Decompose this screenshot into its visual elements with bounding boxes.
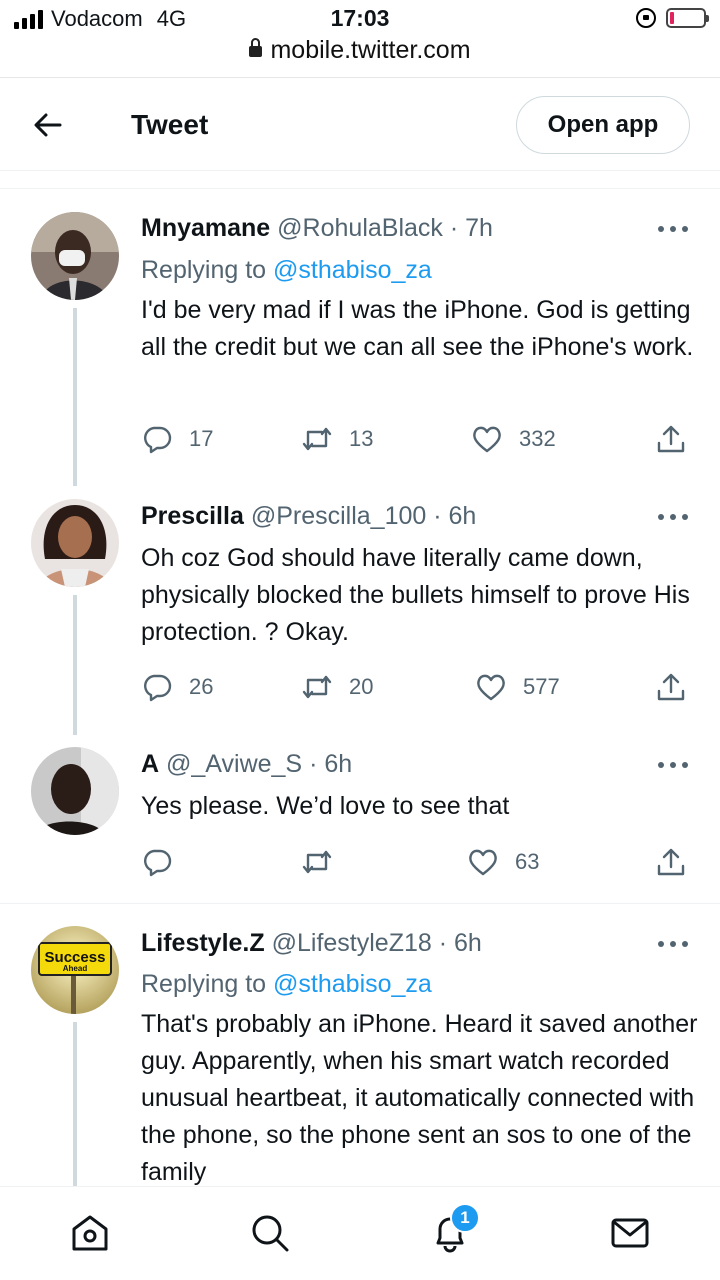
reply-icon [144, 426, 172, 454]
avatar[interactable] [31, 212, 119, 300]
home-icon [72, 1215, 108, 1251]
author-handle[interactable]: @Prescilla_100 [251, 502, 426, 530]
tweet-header: A @_Aviwe_S · 6h [141, 750, 352, 779]
more-icon[interactable] [658, 514, 688, 522]
retweet-button[interactable]: 13 [301, 423, 373, 455]
avatar-sign-sub: Ahead [63, 964, 88, 973]
share-button[interactable] [655, 423, 687, 455]
heart-icon [473, 426, 501, 453]
retweet-button[interactable]: 20 [301, 671, 373, 703]
share-icon [657, 848, 685, 876]
tweet-header: Lifestyle.Z @LifestyleZ18 · 6h [141, 929, 482, 958]
tweet-text: That's probably an iPhone. Heard it save… [141, 1010, 698, 1186]
divider [0, 188, 720, 189]
page-title: Tweet [131, 109, 209, 140]
mention-link[interactable]: @sthabiso_za [273, 256, 432, 284]
retweet-button[interactable] [301, 846, 349, 878]
tweet-actions: 17 13 332 [141, 423, 689, 459]
share-button[interactable] [655, 671, 687, 703]
retweet-icon [302, 850, 332, 874]
url-text: mobile.twitter.com [270, 36, 471, 64]
tweet-text: Yes please. We’d love to see that [141, 792, 510, 820]
rotation-lock-icon [636, 8, 656, 28]
tweet-text: I'd be very mad if I was the iPhone. God… [141, 296, 694, 361]
mention-link[interactable]: @sthabiso_za [273, 970, 432, 998]
notification-badge: 1 [450, 1203, 480, 1233]
reply-button[interactable]: 26 [141, 671, 213, 703]
tweet-time[interactable]: 6h [324, 750, 352, 778]
share-icon [657, 425, 685, 453]
battery-icon [666, 8, 709, 28]
bottom-navigation: 1 [0, 1186, 720, 1280]
nav-home-button[interactable] [68, 1211, 112, 1255]
more-icon[interactable] [658, 762, 688, 770]
replying-to: Replying to @sthabiso_za [141, 970, 432, 999]
more-icon[interactable] [658, 226, 688, 234]
avatar[interactable]: Success Ahead [31, 926, 119, 1014]
author-name[interactable]: Prescilla [141, 502, 244, 530]
divider [0, 903, 720, 904]
author-name[interactable]: Mnyamane [141, 214, 270, 242]
thread-line [73, 308, 77, 486]
url-bar[interactable]: mobile.twitter.com [0, 36, 720, 65]
separator-dot: · [309, 750, 318, 778]
retweet-icon [302, 675, 332, 699]
tweet-actions: 26 20 577 [141, 671, 689, 707]
like-button[interactable]: 577 [475, 671, 560, 703]
like-button[interactable]: 63 [467, 846, 539, 878]
author-name[interactable]: Lifestyle.Z [141, 929, 265, 957]
avatar[interactable] [31, 747, 119, 835]
messages-icon [611, 1218, 649, 1248]
reply-icon [144, 849, 172, 877]
author-name[interactable]: A [141, 750, 159, 778]
thread-line [73, 595, 77, 735]
reply-count: 17 [189, 426, 214, 451]
separator-dot: · [438, 929, 448, 957]
replying-to: Replying to @sthabiso_za [141, 256, 432, 285]
retweet-count: 13 [349, 426, 374, 451]
search-icon [252, 1215, 289, 1252]
retweet-count: 20 [349, 674, 374, 699]
open-app-button[interactable]: Open app [516, 96, 690, 154]
replying-label: Replying to [141, 970, 267, 998]
arrow-left-icon [34, 113, 62, 137]
status-icons [636, 8, 709, 28]
tweet-header: Prescilla @Prescilla_100 · 6h [141, 502, 476, 531]
tweet-time[interactable]: 7h [465, 214, 493, 242]
heart-icon [477, 674, 505, 701]
tweet-text: Oh coz God should have literally came do… [141, 544, 690, 646]
reply-count: 26 [189, 674, 214, 699]
retweet-icon [302, 427, 332, 451]
like-count: 63 [515, 849, 540, 874]
nav-search-button[interactable] [248, 1211, 292, 1255]
like-count: 332 [519, 426, 556, 451]
share-icon [657, 673, 685, 701]
tweet-actions: 63 [141, 846, 689, 882]
lock-icon [249, 38, 263, 57]
back-button[interactable] [28, 105, 68, 145]
tweet-header: Mnyamane @RohulaBlack · 7h [141, 214, 493, 243]
clock: 17:03 [330, 5, 390, 31]
tweet-time[interactable]: 6h [449, 502, 477, 530]
page-header: Tweet Open app [0, 79, 720, 171]
separator-dot: · [449, 214, 459, 242]
like-button[interactable]: 332 [471, 423, 556, 455]
status-bar: Vodacom 4G 17:03 mobile.twitter.com [0, 0, 720, 78]
reply-button[interactable]: 17 [141, 423, 213, 455]
tweet-time[interactable]: 6h [454, 929, 482, 957]
thread-line [73, 1022, 77, 1186]
author-handle[interactable]: @_Aviwe_S [166, 750, 302, 778]
nav-messages-button[interactable] [608, 1211, 652, 1255]
reply-button[interactable] [141, 846, 189, 878]
avatar[interactable] [31, 499, 119, 587]
reply-icon [144, 674, 172, 702]
author-handle[interactable]: @RohulaBlack [277, 214, 443, 242]
separator-dot: · [433, 502, 442, 530]
more-icon[interactable] [658, 941, 688, 949]
like-count: 577 [523, 674, 560, 699]
replying-label: Replying to [141, 256, 267, 284]
heart-icon [469, 849, 497, 876]
author-handle[interactable]: @LifestyleZ18 [272, 929, 432, 957]
share-button[interactable] [655, 846, 687, 878]
